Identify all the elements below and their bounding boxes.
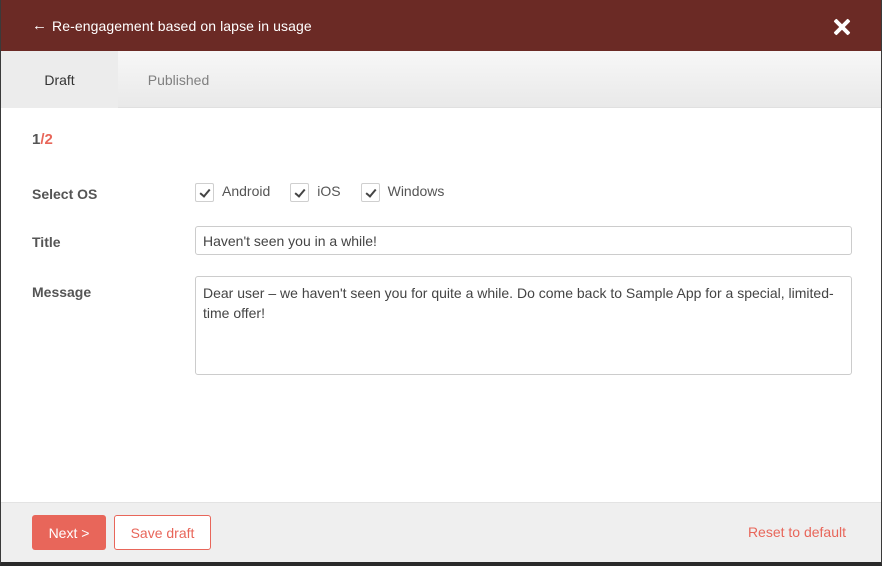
os-option-ios[interactable]: iOS [290,181,341,202]
tab-draft[interactable]: Draft [1,51,118,108]
save-draft-button[interactable]: Save draft [114,515,211,550]
android-checkbox[interactable] [195,183,214,202]
message-textarea[interactable]: Dear user – we haven't seen you for quit… [195,276,852,375]
ios-checkbox[interactable] [290,183,310,202]
title-label: Title [32,234,61,250]
windows-label: Windows [387,182,445,199]
tab-published[interactable]: Published [118,51,239,108]
ios-label: iOS [317,182,341,199]
campaign-modal: ← Re-engagement based on lapse in usage … [0,0,882,566]
step-indicator: 1/2 [32,131,53,148]
modal-title: Re-engagement based on lapse in usage [52,17,312,34]
modal-footer: Next > Save draft Reset to default [1,502,881,562]
back-link[interactable]: ← Re-engagement based on lapse in usage [32,18,312,34]
windows-checkbox[interactable] [360,183,380,202]
android-label: Android [222,182,271,199]
close-icon[interactable] [833,18,851,36]
arrow-left-icon[interactable]: ← [32,18,47,33]
tab-bar: Draft Published [1,51,881,108]
message-label: Message [32,284,92,300]
modal-header: ← Re-engagement based on lapse in usage [1,0,881,51]
reset-to-default-link[interactable]: Reset to default [748,524,846,540]
os-option-windows[interactable]: Windows [360,181,445,202]
select-os-label: Select OS [32,186,98,202]
os-options: Android iOS Windows [195,181,464,202]
step-total: /2 [40,131,53,148]
next-button[interactable]: Next > [32,515,106,550]
title-input[interactable] [195,226,852,255]
os-option-android[interactable]: Android [195,181,271,202]
